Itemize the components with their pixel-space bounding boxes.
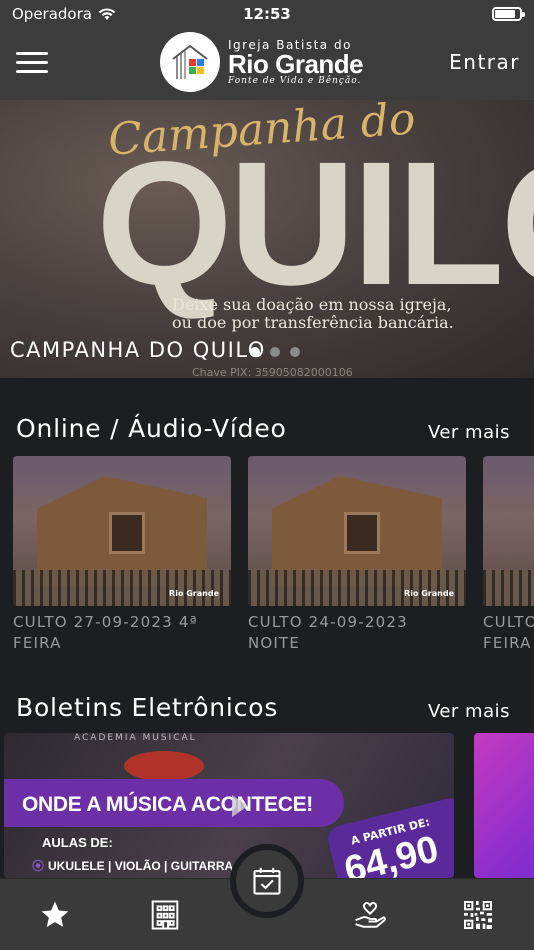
video-caption[interactable]: CULTO FEIRA: [483, 612, 534, 654]
church-logo[interactable]: Igreja Batista do Rio Grande Fonte de Vi…: [160, 32, 364, 92]
tab-church[interactable]: [115, 879, 215, 950]
carousel-dots: [250, 347, 300, 357]
video-thumbnail[interactable]: [483, 456, 534, 606]
video-thumbnail[interactable]: Rio Grande: [248, 456, 466, 606]
video-caption[interactable]: CULTO 27-09-2023 4ª FEIRA: [13, 612, 233, 654]
status-bar: Operadora 12:53: [0, 0, 534, 28]
qr-code-icon: [464, 901, 492, 929]
tab-favorites[interactable]: [5, 879, 105, 950]
battery-icon: [492, 7, 525, 21]
bulletin-course-list: ⦿ UKULELE | VIOLÃO | GUITARRA: [32, 857, 233, 874]
online-section-title: Online / Áudio-Vídeo: [16, 414, 287, 443]
top-nav-bar: Igreja Batista do Rio Grande Fonte de Vi…: [0, 28, 534, 100]
tab-agenda[interactable]: [230, 844, 304, 918]
wifi-icon: [98, 7, 116, 21]
video-caption-line: CULTO 27-09-2023 4ª: [13, 613, 198, 631]
video-caption-line: FEIRA: [13, 634, 62, 652]
carrier-name: Operadora: [12, 5, 92, 23]
logo-tagline: Fonte de Vida e Bênção.: [228, 75, 362, 86]
hero-carousel[interactable]: Campanha do QUILO Deixe sua doação em no…: [0, 100, 534, 378]
login-button[interactable]: Entrar: [449, 50, 520, 74]
hero-subtitle: Deixe sua doação em nossa igreja, ou doe…: [172, 296, 454, 331]
bulletin-aulas-label: AULAS DE:: [42, 835, 113, 850]
hero-subtitle-line-1: Deixe sua doação em nossa igreja,: [172, 295, 452, 314]
carrier-group: Operadora: [12, 5, 116, 23]
bulletins-section-title: Boletins Eletrônicos: [16, 693, 279, 722]
bulletin-top-label: ACADEMIA MUSICAL: [74, 733, 197, 743]
hero-caption: CAMPANHA DO QUILO: [10, 338, 266, 362]
battery-fill: [495, 10, 516, 18]
video-caption-line: FEIRA: [483, 634, 532, 652]
hamburger-menu-icon[interactable]: [16, 52, 48, 74]
church-logo-text: Igreja Batista do Rio Grande Fonte de Vi…: [228, 39, 364, 86]
thumbnail-logo: Rio Grande: [169, 589, 219, 598]
bulletins-see-more-link[interactable]: Ver mais: [428, 701, 510, 722]
video-caption-line: CULTO: [483, 613, 534, 631]
calendar-check-icon: [253, 867, 281, 895]
tab-qr[interactable]: [428, 879, 528, 950]
bulletin-courses: UKULELE | VIOLÃO | GUITARRA: [48, 859, 234, 873]
bulletin-card[interactable]: ACADEMIA MUSICAL ONDE A MÚSICA ACONTECE!…: [4, 733, 454, 878]
status-time: 12:53: [243, 5, 291, 23]
video-caption-line: CULTO 24-09-2023: [248, 613, 408, 631]
logo-line-2: Rio Grande: [228, 48, 364, 79]
bulletin-headline: ONDE A MÚSICA ACONTECE!: [22, 793, 313, 816]
carousel-dot[interactable]: [250, 347, 260, 357]
online-see-more-link[interactable]: Ver mais: [428, 422, 510, 443]
donation-hand-icon: [355, 901, 386, 928]
thumbnail-logo: Rio Grande: [404, 589, 454, 598]
play-arrow-icon: [232, 795, 248, 817]
hero-big-title: QUILO: [96, 126, 534, 322]
video-caption-line: NOITE: [248, 634, 301, 652]
carousel-dot[interactable]: [290, 347, 300, 357]
star-icon: [41, 901, 69, 927]
hero-subtitle-line-2: ou doe por transferência bancária.: [172, 312, 454, 332]
guitar-image: [124, 751, 204, 781]
video-thumbnail[interactable]: Rio Grande: [13, 456, 231, 606]
video-caption[interactable]: CULTO 24-09-2023 NOITE: [248, 612, 468, 654]
app-screen: Operadora 12:53 Igreja Batista do Rio Gr…: [0, 0, 534, 950]
bullet-icon: ⦿: [32, 859, 45, 873]
bulletin-card[interactable]: [474, 733, 534, 878]
tab-donations[interactable]: [320, 879, 420, 950]
church-logo-icon: [160, 32, 220, 92]
hero-pix-key: Chave PIX: 35905082000106: [192, 366, 353, 378]
carousel-dot[interactable]: [270, 347, 280, 357]
building-icon: [151, 900, 179, 930]
